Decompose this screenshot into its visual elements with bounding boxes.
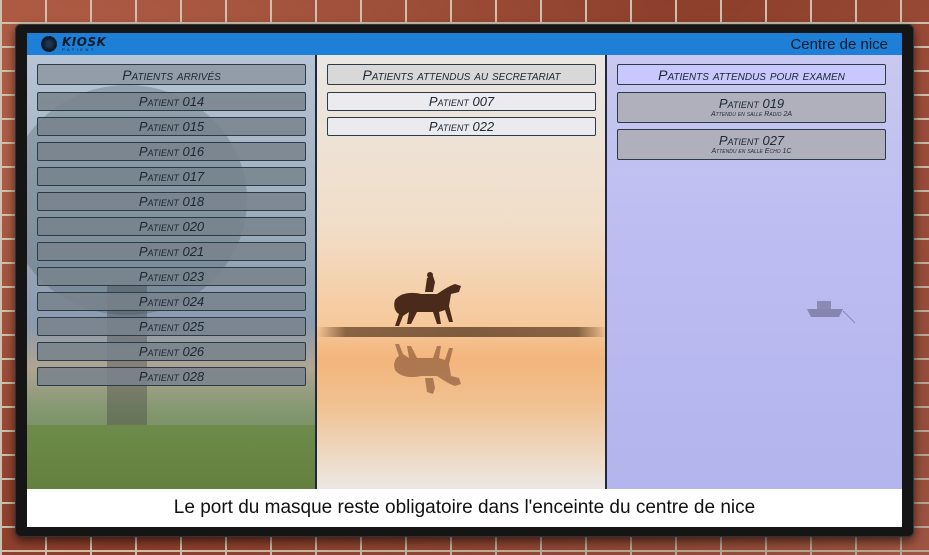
secretariat-list: Patient 007 Patient 022 xyxy=(327,92,596,136)
column-exam-header: Patients attendus pour examen xyxy=(617,64,886,85)
list-item: Patient 015 xyxy=(37,117,306,136)
top-bar: KIOSK PATIENT Centre de nice xyxy=(27,33,902,55)
column-arrived: Patients arrivés Patient 014 Patient 015… xyxy=(27,55,317,489)
kiosk-screen: KIOSK PATIENT Centre de nice Patients ar… xyxy=(27,33,902,527)
list-item: Patient 019 Attendu en salle Radio 2A xyxy=(617,92,886,123)
patient-columns: Patients arrivés Patient 014 Patient 015… xyxy=(27,55,902,489)
list-item: Patient 018 xyxy=(37,192,306,211)
list-item: Patient 007 xyxy=(327,92,596,111)
column-exam: Patients attendus pour examen Patient 01… xyxy=(607,55,902,489)
column-secretariat-header: Patients attendus au secretariat xyxy=(327,64,596,85)
horse-rider-reflection xyxy=(394,344,461,394)
list-item: Patient 016 xyxy=(37,142,306,161)
exam-list: Patient 019 Attendu en salle Radio 2A Pa… xyxy=(617,92,886,160)
list-item: Patient 014 xyxy=(37,92,306,111)
logo-icon xyxy=(41,36,57,52)
list-item: Patient 025 xyxy=(37,317,306,336)
display-monitor: KIOSK PATIENT Centre de nice Patients ar… xyxy=(15,24,914,537)
arrived-list: Patient 014 Patient 015 Patient 016 Pati… xyxy=(37,92,306,386)
kiosk-logo: KIOSK PATIENT xyxy=(41,36,106,52)
patient-name: Patient 019 xyxy=(718,96,785,111)
list-item: Patient 028 xyxy=(37,367,306,386)
list-item: Patient 026 xyxy=(37,342,306,361)
column-secretariat: Patients attendus au secretariat Patient… xyxy=(317,55,607,489)
page-title: Centre de nice xyxy=(790,35,888,53)
list-item: Patient 022 xyxy=(327,117,596,136)
horse-rider-silhouette xyxy=(394,272,461,326)
boat-image xyxy=(807,301,855,324)
list-item: Patient 023 xyxy=(37,267,306,286)
column-arrived-header: Patients arrivés xyxy=(37,64,306,85)
patient-room: Attendu en salle Radio 2A xyxy=(710,110,793,118)
footer-message: Le port du masque reste obligatoire dans… xyxy=(27,489,902,527)
list-item: Patient 027 Attendu en salle Echo 1C xyxy=(617,129,886,160)
list-item: Patient 017 xyxy=(37,167,306,186)
grass-shape xyxy=(27,425,315,489)
list-item: Patient 024 xyxy=(37,292,306,311)
list-item: Patient 020 xyxy=(37,217,306,236)
patient-room: Attendu en salle Echo 1C xyxy=(711,147,792,155)
list-item: Patient 021 xyxy=(37,242,306,261)
patient-name: Patient 027 xyxy=(718,133,785,148)
logo-subtitle: PATIENT xyxy=(62,47,96,52)
